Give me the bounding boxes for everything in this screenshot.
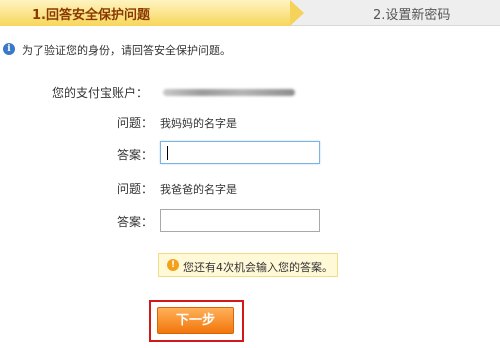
- step-arrow: [290, 0, 304, 26]
- info-text: 为了验证您的身份，请回答安全保护问题。: [22, 44, 231, 57]
- answer-1-label: 答案：: [117, 148, 154, 162]
- attempts-notice-text: 您还有4次机会输入您的答案。: [183, 261, 333, 274]
- next-step-button[interactable]: 下一步: [157, 307, 234, 334]
- text-caret: [167, 146, 168, 160]
- question-1-label: 问题：: [117, 116, 154, 130]
- answer-1-input[interactable]: [160, 141, 320, 164]
- account-value-redacted: [163, 89, 295, 96]
- step-next-label: 2.设置新密码: [373, 8, 451, 23]
- attempts-notice: ! 您还有4次机会输入您的答案。: [158, 253, 338, 277]
- question-2-label: 问题：: [117, 182, 154, 196]
- answer-2-input[interactable]: [160, 209, 320, 232]
- step-current: 1.回答安全保护问题: [0, 0, 290, 26]
- question-1-text: 我妈妈的名字是: [160, 117, 237, 130]
- step-current-label: 1.回答安全保护问题: [32, 8, 150, 23]
- question-2-text: 我爸爸的名字是: [160, 183, 237, 196]
- info-icon: i: [3, 43, 15, 55]
- account-label: 您的支付宝账户：: [52, 86, 149, 100]
- warning-icon: !: [167, 259, 179, 271]
- answer-2-label: 答案：: [117, 215, 154, 229]
- step-bar: 1.回答安全保护问题 2.设置新密码: [0, 0, 500, 26]
